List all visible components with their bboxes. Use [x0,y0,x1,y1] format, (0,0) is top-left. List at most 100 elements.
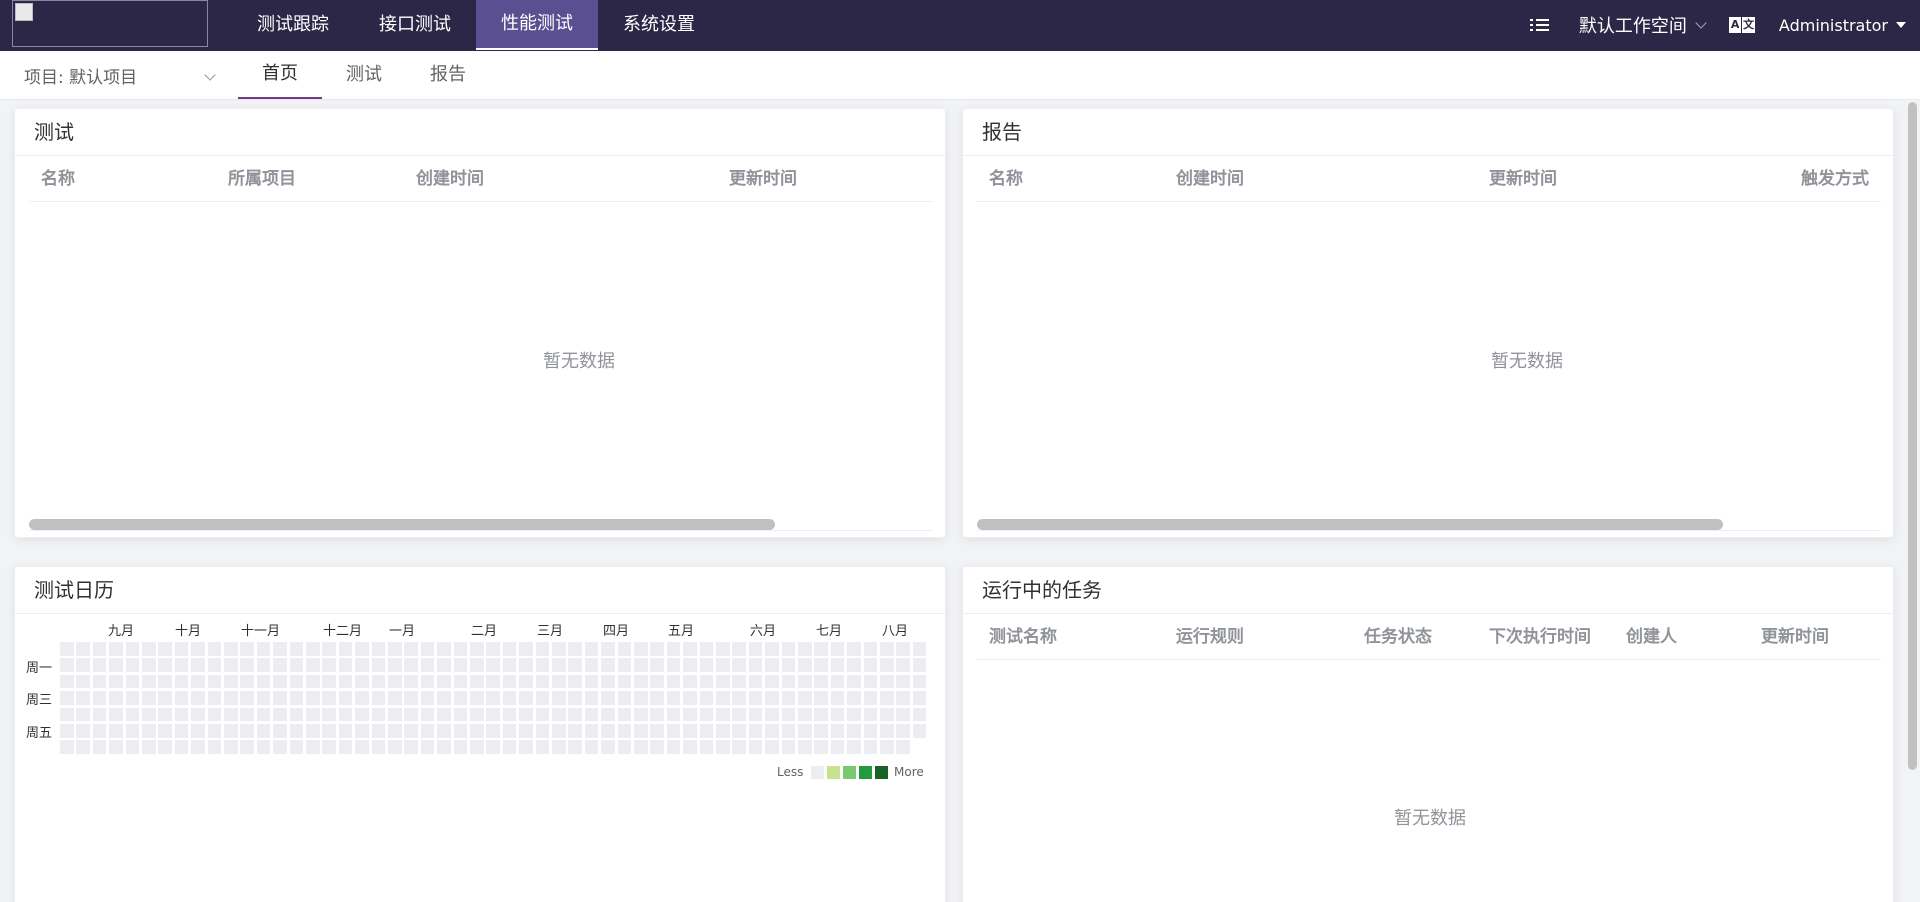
calendar-day-cell[interactable] [880,724,894,738]
calendar-day-cell[interactable] [437,642,451,656]
calendar-day-cell[interactable] [880,691,894,705]
calendar-day-cell[interactable] [814,724,828,738]
calendar-day-cell[interactable] [453,707,468,722]
calendar-day-cell[interactable] [453,724,468,738]
calendar-day-cell[interactable] [617,658,632,672]
calendar-day-cell[interactable] [568,691,582,705]
calendar-day-cell[interactable] [404,674,418,689]
calendar-day-cell[interactable] [732,674,746,689]
column-header[interactable]: 运行规则 [1176,614,1244,660]
calendar-day-cell[interactable] [322,658,336,672]
calendar-day-cell[interactable] [355,642,369,656]
calendar-day-cell[interactable] [617,674,632,689]
calendar-day-cell[interactable] [322,642,336,656]
calendar-day-cell[interactable] [76,658,90,672]
calendar-day-cell[interactable] [388,691,402,705]
calendar-day-cell[interactable] [502,724,517,738]
calendar-day-cell[interactable] [896,724,910,738]
calendar-day-cell[interactable] [601,642,615,656]
calendar-day-cell[interactable] [142,674,156,689]
calendar-day-cell[interactable] [322,674,336,689]
menu-performance-test[interactable]: 性能测试 [476,0,598,50]
column-header[interactable]: 更新时间 [1761,614,1829,660]
calendar-day-cell[interactable] [371,724,386,738]
calendar-day-cell[interactable] [814,674,828,689]
calendar-day-cell[interactable] [240,724,254,738]
calendar-day-cell[interactable] [371,707,386,722]
calendar-day-cell[interactable] [174,658,189,672]
tab-report[interactable]: 报告 [406,51,490,99]
calendar-day-cell[interactable] [256,691,271,705]
calendar-day-cell[interactable] [798,740,812,754]
calendar-day-cell[interactable] [371,658,386,672]
calendar-day-cell[interactable] [289,674,304,689]
calendar-day-cell[interactable] [207,740,222,754]
calendar-day-cell[interactable] [486,740,500,754]
calendar-day-cell[interactable] [912,642,927,656]
calendar-day-cell[interactable] [519,740,533,754]
calendar-day-cell[interactable] [765,691,779,705]
calendar-day-cell[interactable] [76,740,90,754]
calendar-day-cell[interactable] [437,740,451,754]
calendar-day-cell[interactable] [880,707,894,722]
calendar-day-cell[interactable] [568,740,582,754]
calendar-day-cell[interactable] [60,642,74,656]
calendar-day-cell[interactable] [355,674,369,689]
calendar-day-cell[interactable] [191,674,205,689]
calendar-day-cell[interactable] [470,707,484,722]
logo[interactable] [12,0,208,47]
calendar-day-cell[interactable] [830,724,845,738]
calendar-day-cell[interactable] [191,691,205,705]
calendar-day-cell[interactable] [338,740,353,754]
calendar-day-cell[interactable] [322,724,336,738]
calendar-day-cell[interactable] [601,740,615,754]
menu-api-test[interactable]: 接口测试 [354,0,476,50]
calendar-day-cell[interactable] [584,691,599,705]
calendar-day-cell[interactable] [158,642,172,656]
calendar-day-cell[interactable] [371,674,386,689]
calendar-day-cell[interactable] [666,740,681,754]
calendar-day-cell[interactable] [224,642,238,656]
calendar-day-cell[interactable] [76,674,90,689]
calendar-day-cell[interactable] [781,674,796,689]
page-scrollbar[interactable] [1908,102,1917,770]
calendar-day-cell[interactable] [601,707,615,722]
calendar-day-cell[interactable] [765,707,779,722]
calendar-day-cell[interactable] [519,658,533,672]
calendar-day-cell[interactable] [453,740,468,754]
calendar-day-cell[interactable] [699,642,714,656]
calendar-day-cell[interactable] [273,691,287,705]
calendar-day-cell[interactable] [502,707,517,722]
calendar-day-cell[interactable] [568,642,582,656]
calendar-day-cell[interactable] [420,707,435,722]
calendar-day-cell[interactable] [486,691,500,705]
calendar-day-cell[interactable] [634,674,648,689]
calendar-day-cell[interactable] [60,740,74,754]
calendar-day-cell[interactable] [273,707,287,722]
calendar-day-cell[interactable] [289,740,304,754]
calendar-day-cell[interactable] [125,707,140,722]
calendar-day-cell[interactable] [634,691,648,705]
calendar-day-cell[interactable] [519,724,533,738]
calendar-day-cell[interactable] [896,691,910,705]
calendar-day-cell[interactable] [732,724,746,738]
calendar-day-cell[interactable] [798,658,812,672]
calendar-day-cell[interactable] [568,658,582,672]
calendar-day-cell[interactable] [748,707,763,722]
calendar-day-cell[interactable] [142,691,156,705]
calendar-day-cell[interactable] [256,740,271,754]
calendar-day-cell[interactable] [798,724,812,738]
calendar-day-cell[interactable] [174,691,189,705]
calendar-day-cell[interactable] [765,642,779,656]
calendar-day-cell[interactable] [207,724,222,738]
calendar-day-cell[interactable] [256,707,271,722]
calendar-day-cell[interactable] [256,642,271,656]
calendar-day-cell[interactable] [355,691,369,705]
calendar-day-cell[interactable] [191,642,205,656]
calendar-day-cell[interactable] [207,642,222,656]
calendar-day-cell[interactable] [765,740,779,754]
calendar-day-cell[interactable] [158,740,172,754]
calendar-day-cell[interactable] [174,642,189,656]
calendar-day-cell[interactable] [699,724,714,738]
calendar-day-cell[interactable] [912,674,927,689]
